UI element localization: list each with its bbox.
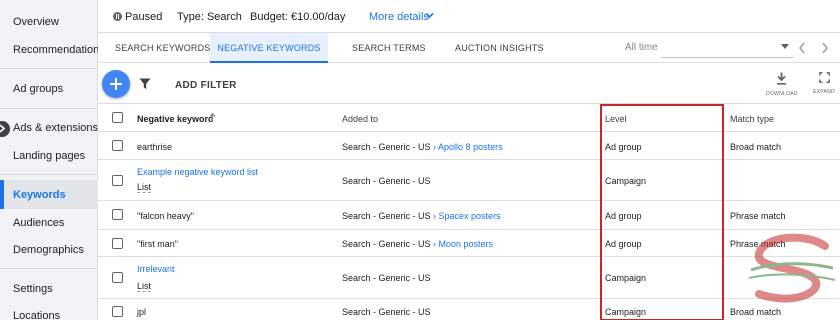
ad-group-link[interactable]: Apollo 8 posters xyxy=(438,142,503,152)
level-cell: Ad group xyxy=(605,239,642,249)
level-cell: Campaign xyxy=(605,273,647,283)
table-toolbar: ADD FILTER DOWNLOAD EXPAND xyxy=(98,63,840,104)
plus-icon[interactable] xyxy=(102,70,130,98)
row-checkbox[interactable] xyxy=(112,140,123,151)
campaign-budget: Budget: €10.00/day xyxy=(250,11,346,23)
level-cell: Ad group xyxy=(605,142,642,152)
campaign-status-bar: Paused Type: Search Budget: €10.00/day M… xyxy=(98,0,840,33)
expand-label: EXPAND xyxy=(813,89,835,95)
download-label: DOWNLOAD xyxy=(766,91,798,97)
ad-group-link[interactable]: Spacex posters xyxy=(439,211,501,221)
header-level[interactable]: Level xyxy=(605,114,627,124)
table-header: Negative keyword Added to Level Match ty… xyxy=(98,103,840,132)
keyword-list-link[interactable]: Irrelevant xyxy=(137,264,175,274)
expand-icon xyxy=(818,72,830,83)
table-row[interactable]: jpl Search - Generic - US Campaign Broad… xyxy=(98,299,840,320)
sidebar-item-demographics[interactable]: Demographics xyxy=(13,244,84,256)
row-checkbox[interactable] xyxy=(112,209,123,220)
more-details-link[interactable]: More details xyxy=(369,11,429,23)
match-type-cell: Broad match xyxy=(730,142,782,152)
added-to-cell: Search - Generic - US › Apollo 8 posters xyxy=(342,142,503,152)
row-checkbox[interactable] xyxy=(112,272,123,283)
watermark-logo xyxy=(748,233,836,303)
row-checkbox[interactable] xyxy=(112,238,123,249)
table-row[interactable]: "first man" Search - Generic - US › Moon… xyxy=(98,230,840,257)
level-cell: Ad group xyxy=(605,211,642,221)
pause-icon xyxy=(113,12,122,21)
campaign-status: Paused xyxy=(125,11,163,23)
header-added-to[interactable]: Added to xyxy=(342,114,378,124)
sidebar-item-audiences[interactable]: Audiences xyxy=(13,217,64,229)
tab-search-terms[interactable]: SEARCH TERMS xyxy=(352,33,426,63)
keyword-cell: "falcon heavy" xyxy=(137,211,194,221)
table-row[interactable]: earthrise Search - Generic - US › Apollo… xyxy=(98,132,840,160)
sidebar-item-locations[interactable]: Locations xyxy=(13,310,60,320)
tab-negative-keywords[interactable]: NEGATIVE KEYWORDS xyxy=(210,33,328,63)
added-to-cell: Search - Generic - US xyxy=(342,273,431,283)
breadcrumb-separator-icon: › xyxy=(430,142,439,152)
expand-button[interactable]: EXPAND xyxy=(813,72,835,95)
filter-icon[interactable] xyxy=(139,78,151,90)
table-row[interactable]: Irrelevant List Search - Generic - US Ca… xyxy=(98,257,840,299)
added-to-cell: Search - Generic - US › Moon posters xyxy=(342,239,493,249)
select-all-checkbox[interactable] xyxy=(112,112,123,123)
breadcrumb-separator-icon: › xyxy=(430,239,439,249)
campaign-name: Search - Generic - US xyxy=(342,239,431,249)
add-filter-button[interactable]: ADD FILTER xyxy=(175,80,237,91)
keyword-sub-label: List xyxy=(137,182,152,193)
sidebar-item-settings[interactable]: Settings xyxy=(13,283,53,295)
sidebar: Overview Recommendations Ad groups Ads &… xyxy=(0,0,105,320)
ad-group-link[interactable]: Moon posters xyxy=(439,239,494,249)
date-range-underline xyxy=(661,57,793,58)
sidebar-item-ads-extensions[interactable]: Ads & extensions xyxy=(13,122,98,134)
negative-keywords-table: Negative keyword Added to Level Match ty… xyxy=(98,103,840,320)
table-row[interactable]: "falcon heavy" Search - Generic - US › S… xyxy=(98,201,840,230)
added-to-cell: Search - Generic - US xyxy=(342,176,431,186)
download-button[interactable]: DOWNLOAD xyxy=(766,72,798,97)
sidebar-item-overview[interactable]: Overview xyxy=(13,16,59,28)
sidebar-divider xyxy=(0,268,98,269)
chevron-right-icon[interactable] xyxy=(821,42,829,54)
chevron-left-icon[interactable] xyxy=(798,42,806,54)
sidebar-divider xyxy=(0,174,98,175)
sidebar-item-recommendations[interactable]: Recommendations xyxy=(13,44,105,56)
level-cell: Campaign xyxy=(605,307,647,317)
level-cell: Campaign xyxy=(605,176,647,186)
row-checkbox[interactable] xyxy=(112,175,123,186)
breadcrumb-separator-icon: › xyxy=(430,211,439,221)
added-to-cell: Search - Generic - US › Spacex posters xyxy=(342,211,501,221)
keyword-cell: "first man" xyxy=(137,239,178,249)
keyword-cell: jpl xyxy=(137,307,147,317)
header-negative-keyword[interactable]: Negative keyword xyxy=(137,114,214,124)
campaign-name: Search - Generic - US xyxy=(342,142,431,152)
sidebar-divider xyxy=(0,108,98,109)
date-range-select[interactable]: All time xyxy=(625,42,658,53)
tab-auction-insights[interactable]: AUCTION INSIGHTS xyxy=(455,33,544,63)
sidebar-item-landing-pages[interactable]: Landing pages xyxy=(13,150,85,162)
download-icon xyxy=(777,72,787,85)
sidebar-divider xyxy=(0,68,98,69)
sort-arrow-icon[interactable] xyxy=(209,113,216,122)
chevron-down-icon[interactable] xyxy=(425,12,434,19)
sidebar-item-ad-groups[interactable]: Ad groups xyxy=(13,83,63,95)
tab-search-keywords[interactable]: SEARCH KEYWORDS xyxy=(115,33,211,63)
match-type-cell: Phrase match xyxy=(730,211,786,221)
row-checkbox[interactable] xyxy=(112,306,123,317)
added-to-cell: Search - Generic - US xyxy=(342,307,431,317)
sidebar-toggle-icon[interactable] xyxy=(0,121,10,137)
campaign-name: Search - Generic - US xyxy=(342,211,431,221)
sidebar-item-keywords-label[interactable]: Keywords xyxy=(13,189,66,201)
tab-bar: SEARCH KEYWORDS NEGATIVE KEYWORDS SEARCH… xyxy=(98,33,840,63)
dropdown-icon[interactable] xyxy=(781,44,789,49)
keyword-sub-label: List xyxy=(137,281,152,292)
keyword-cell: earthrise xyxy=(137,142,173,152)
header-match-type[interactable]: Match type xyxy=(730,114,774,124)
keyword-list-link[interactable]: Example negative keyword list xyxy=(137,167,258,177)
campaign-type: Type: Search xyxy=(177,11,242,23)
table-row[interactable]: Example negative keyword list List Searc… xyxy=(98,160,840,201)
